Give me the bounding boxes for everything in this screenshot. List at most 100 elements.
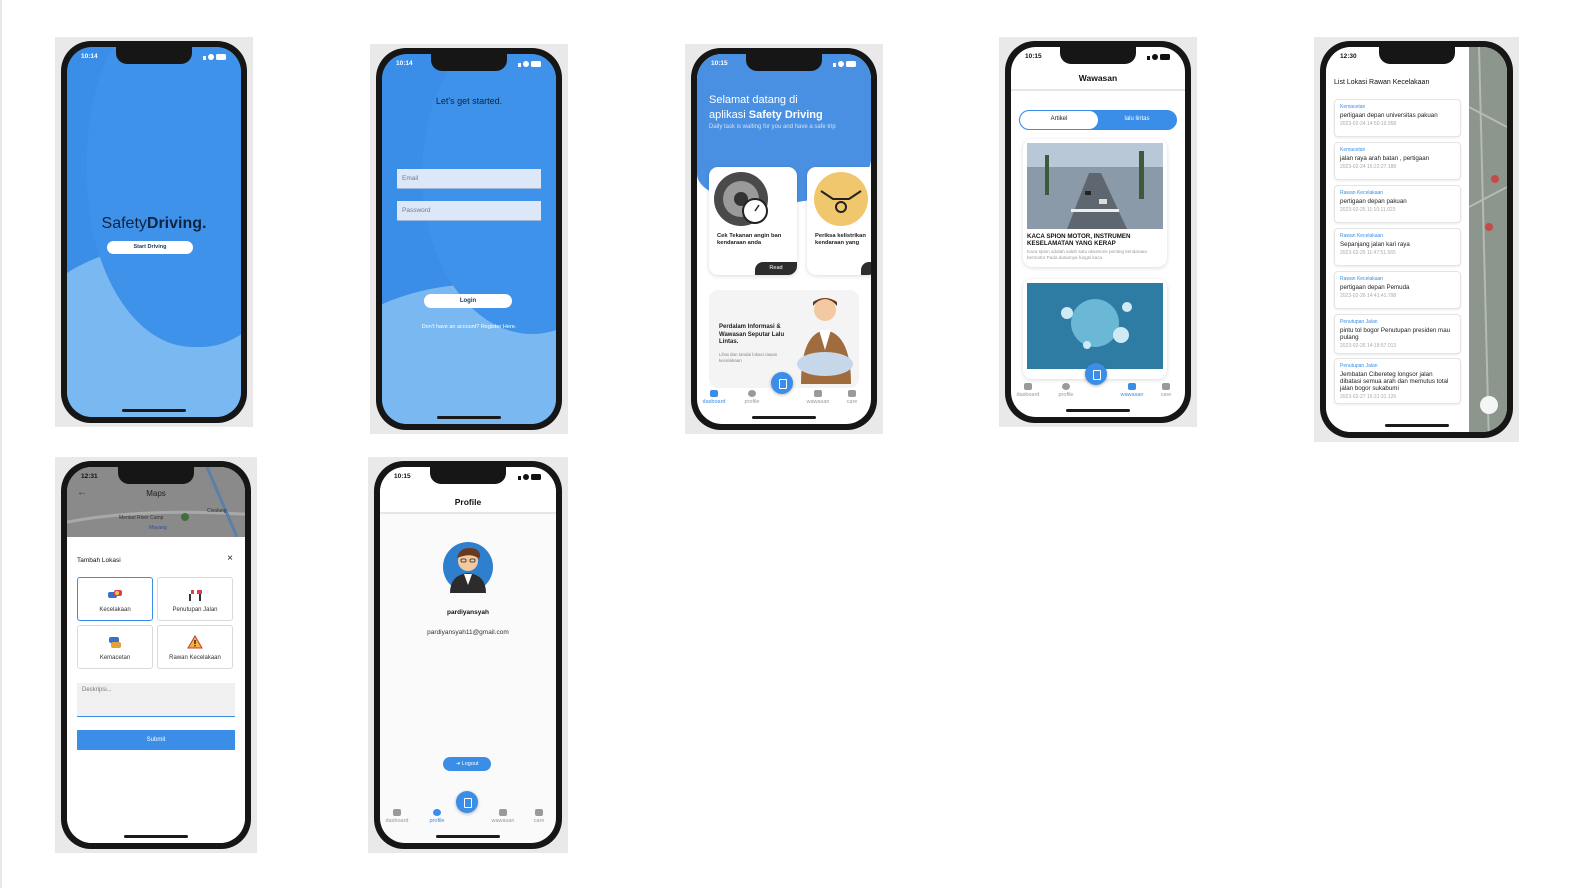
location-list-item[interactable]: Rawan Kecelakaan Sepanjang jalan kari ray… [1334,228,1461,266]
care-icon [848,390,856,397]
status-time: 12:31 [81,473,98,480]
article-excerpt: Kaca spion adalah salah satu aksesoris p… [1027,249,1148,260]
location-date: 2023-02-25 11:10:11.023 [1340,207,1396,213]
profile-email: pardiyansyah11@gmail.com [427,629,509,636]
nav-wawasan[interactable]: wawasan [486,809,520,824]
register-link[interactable]: Don't have an account? Register Here. [382,324,556,330]
article-image-street [1027,143,1163,229]
nav-label: profile [744,399,760,405]
status-time: 10:15 [394,473,411,480]
nav-profile[interactable]: profile [420,809,454,824]
login-heading: Let's get started. [435,96,503,106]
email-field[interactable]: Email [397,169,541,189]
notch [746,54,822,71]
location-list-item[interactable]: Rawan Kecelakaan pertigaan depan Pemuda 20… [1334,271,1461,309]
sheet-title: Tambah Lokasi [77,557,121,564]
page-title: Profile [454,497,482,507]
tip-card-tire[interactable]: Cek Tekanan angin ban kendaraan anda Rea… [709,167,797,275]
tab-lalu-lintas[interactable]: lalu lintas [1098,111,1176,129]
welcome-tagline: Daily task is waiting for you and have a… [709,124,836,130]
wawasan-screen: 10:15 Wawasan Artikel lalu lintas KACA S… [1011,47,1185,417]
nav-care[interactable]: care [522,809,556,824]
option-kecelakaan[interactable]: Kecelakaan [77,577,153,621]
profile-username: pardiyansyah [447,609,489,616]
nav-label: dasboard [1016,392,1040,398]
avatar [443,542,493,593]
phone-splash: 10:14 SafetyDriving. Start Driving [55,37,253,427]
handlebar-icon [814,172,868,226]
article-card[interactable]: KACA SPION MOTOR, INSTRUMEN KESELAMATAN … [1023,139,1167,267]
tip-card-text: Periksa kelistrikan kendaraan yang [815,233,866,246]
option-rawan-kecelakaan[interactable]: Rawan Kecelakaan [157,625,233,669]
location-date: 2023-02-26 14:41:41.798 [1340,293,1397,299]
notch [1378,47,1455,64]
login-screen: 10:14 Let's get started. Email Password … [382,54,556,424]
option-label: Kemacetan [99,655,131,661]
nav-profile[interactable]: profile [1049,383,1083,398]
nav-wawasan[interactable]: wawasan [1115,383,1149,398]
bottom-nav: dasboard profile wawasan care [697,386,871,412]
nav-dashboard[interactable]: dasboard [697,390,731,405]
submit-button[interactable]: Submit [77,730,235,750]
status-time: 12:30 [1340,53,1357,60]
phone-frame: 10:14 SafetyDriving. Start Driving [61,41,247,423]
dashboard-icon [1024,383,1032,390]
wawasan-icon [499,809,507,816]
splash-screen: 10:14 SafetyDriving. Start Driving [67,47,241,417]
logout-button[interactable]: ⇥ Logout [443,757,491,771]
phone-dashboard: 10:15 Selamat datang di aplikasi Safety … [685,44,883,434]
list-panel: 12:30 List Lokasi Rawan Kecelakaan Kemac… [1326,47,1469,432]
dashboard-icon [393,809,401,816]
tip-card-electric[interactable]: Periksa kelistrikan kendaraan yang [807,167,871,275]
password-field[interactable]: Password [397,201,541,221]
nav-dashboard[interactable]: dasboard [380,809,414,824]
location-list-item[interactable]: Kemacetan perligaan depan universitas pak… [1334,99,1461,137]
bottom-nav: dasboard profile wawasan care [380,805,556,831]
nav-care[interactable]: care [1149,383,1183,398]
option-penutupan-jalan[interactable]: Penutupan Jalan [157,577,233,621]
add-location-sheet: Tambah Lokasi × Kecelakaan Penutupan Jal… [67,541,245,843]
article-title: KACA SPION MOTOR, INSTRUMEN KESELAMATAN … [1027,233,1131,247]
nav-care[interactable]: care [835,390,869,405]
phone-frame: 10:15 Wawasan Artikel lalu lintas KACA S… [1005,41,1191,423]
location-name: pertigaan depan Pemuda [1340,284,1410,291]
description-input[interactable]: Deskripsi... [77,683,235,717]
start-driving-button[interactable]: Start Driving [107,241,193,254]
location-name: perligaan depan universitas pakuan [1340,112,1438,119]
dashboard-screen: 10:15 Selamat datang di aplikasi Safety … [697,54,871,424]
option-label: Rawan Kecelakaan [169,655,221,661]
article-image-water [1027,283,1163,369]
option-kemacetan[interactable]: Kemacetan [77,625,153,669]
info-banner-title: Perdalam Informasi & Wawasan Seputar Lal… [719,324,785,345]
read-button[interactable]: Read [755,262,797,275]
tab-artikel[interactable]: Artikel [1020,111,1098,129]
crash-icon [108,590,122,598]
notch [1060,47,1136,64]
warning-icon [187,635,203,649]
phone-profile: 10:15 Profile pardiyansyah pardiyansyah1… [368,457,568,853]
location-list-item[interactable]: Penutupan Jalan Jembatan Cibereteg longso… [1334,358,1461,404]
nav-dashboard[interactable]: dasboard [1011,383,1045,398]
nav-label: care [846,399,858,405]
login-button[interactable]: Login [424,294,512,308]
option-label: Kecelakaan [99,607,131,613]
phone-frame: 12:30 List Lokasi Rawan Kecelakaan Kemac… [1320,41,1513,438]
close-icon[interactable]: × [227,553,233,564]
location-name: jalan raya arah batan , pertigaan [1340,155,1430,162]
location-name: pertigaan depan pakuan [1340,198,1407,205]
location-list-item[interactable]: Penutupan Jalan pintu tol bogor Penutupan… [1334,314,1461,354]
nav-profile[interactable]: profile [735,390,769,405]
phone-wawasan: 10:15 Wawasan Artikel lalu lintas KACA S… [999,37,1197,427]
nav-label: care [1160,392,1172,398]
location-date: 2023-02-24 14:50:19.958 [1340,121,1397,127]
maps-screen: ← Maps 12:31 Mentari River Camp Mayang C… [67,467,245,843]
nav-label: profile [1058,392,1074,398]
location-list-item[interactable]: Rawan Kecelakaan pertigaan depan pakuan 20… [1334,185,1461,223]
notch [431,54,507,71]
read-button[interactable] [861,262,871,275]
nav-wawasan[interactable]: wawasan [801,390,835,405]
home-indicator [122,409,186,412]
location-list-item[interactable]: Kemacetan jalan raya arah batan , pertiga… [1334,142,1461,180]
nav-label: wawasan [491,818,515,824]
home-indicator [437,416,501,419]
